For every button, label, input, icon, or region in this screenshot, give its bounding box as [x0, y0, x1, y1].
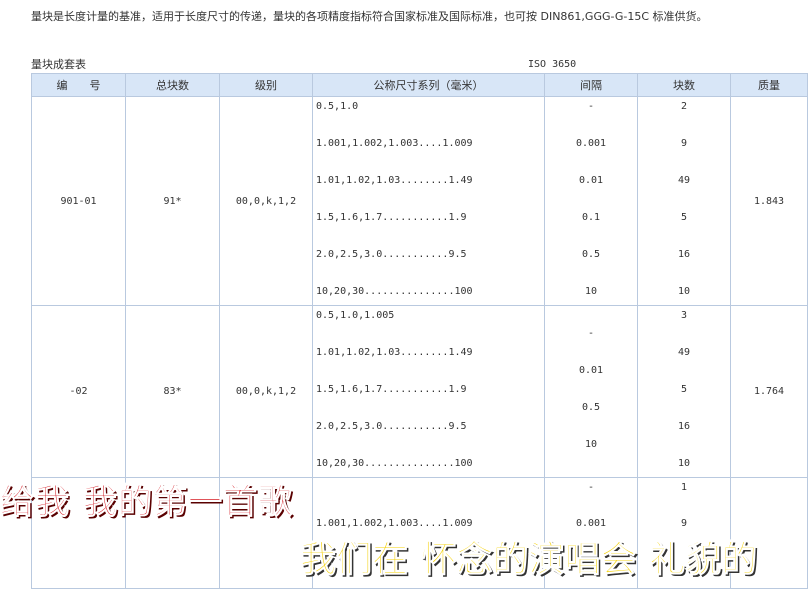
header-code: 编 号 — [31, 73, 126, 97]
cell-code: -02 — [31, 305, 126, 478]
cell-mass: 1.843 — [730, 96, 808, 306]
size-series-line: 1.5,1.6,1.7...........1.9 — [316, 384, 467, 395]
step-value: 10 — [584, 286, 598, 297]
step-value: 0.01 — [578, 365, 604, 376]
cell-sizes: 0.5,1.0 1.001,1.002,1.003....1.009 1.01,… — [312, 96, 545, 306]
count-value: 3 — [680, 310, 688, 321]
table-title: 量块成套表 — [31, 58, 86, 71]
size-series-line: 0.5,1.0,1.005 — [316, 310, 395, 321]
header-count: 块数 — [637, 73, 731, 97]
lyric-overlay-line-1: 给我 我的第一首歌 — [0, 482, 293, 523]
step-value: 0.5 — [581, 249, 601, 260]
step-value: - — [587, 328, 595, 339]
cell-count: 2 9 49 5 16 10 — [637, 96, 731, 306]
size-series-line: 1.01,1.02,1.03........1.49 — [316, 347, 473, 358]
step-value: 0.1 — [581, 212, 601, 223]
count-value: 1 — [680, 482, 688, 493]
size-series-line: 10,20,30...............100 — [316, 458, 473, 469]
cell-total: 83* — [125, 305, 220, 478]
table-row: -02 83* 00,0,k,1,2 0.5,1.0,1.005 1.01,1.… — [31, 305, 808, 478]
header-sizes: 公称尺寸系列（毫米） — [312, 73, 545, 97]
count-value: 16 — [677, 421, 691, 432]
standard-label: ISO 3650 — [528, 59, 577, 70]
size-series-line: 1.001,1.002,1.003....1.009 — [316, 138, 473, 149]
cell-sizes: 0.5,1.0,1.005 1.01,1.02,1.03........1.49… — [312, 305, 545, 478]
header-total: 总块数 — [125, 73, 220, 97]
table-header-row: 编 号 总块数 级别 公称尺寸系列（毫米） 间隔 块数 质量 — [31, 73, 808, 97]
step-value: 0.001 — [575, 138, 607, 149]
header-grade: 级别 — [219, 73, 313, 97]
size-series-line: 1.01,1.02,1.03........1.49 — [316, 175, 473, 186]
header-mass: 质量 — [730, 73, 808, 97]
size-series-line: 10,20,30...............100 — [316, 286, 473, 297]
step-value: - — [587, 101, 595, 112]
cell-count: 3 49 5 16 10 — [637, 305, 731, 478]
cell-mass: 1.764 — [730, 305, 808, 478]
cell-grade: 00,0,k,1,2 — [219, 305, 313, 478]
table-caption: 量块成套表 ISO 3650 — [31, 58, 811, 72]
intro-paragraph: 量块是长度计量的基准，适用于长度尺寸的传递，量块的各项精度指标符合国家标准及国际… — [31, 10, 708, 23]
step-value: 0.01 — [578, 175, 604, 186]
count-value: 16 — [677, 249, 691, 260]
size-series-line: 2.0,2.5,3.0...........9.5 — [316, 421, 467, 432]
count-value: 10 — [677, 286, 691, 297]
cell-step: - 0.001 0.01 0.1 0.5 10 — [544, 96, 638, 306]
cell-step: - 0.01 0.5 10 — [544, 305, 638, 478]
cell-total: 91* — [125, 96, 220, 306]
count-value: 5 — [680, 384, 688, 395]
count-value: 49 — [677, 175, 691, 186]
size-series-line: 0.5,1.0 — [316, 101, 359, 112]
step-value: 0.5 — [581, 402, 601, 413]
count-value: 2 — [680, 101, 688, 112]
header-step: 间隔 — [544, 73, 638, 97]
step-value: - — [587, 482, 595, 493]
cell-code: 901-01 — [31, 96, 126, 306]
size-series-line: 2.0,2.5,3.0...........9.5 — [316, 249, 467, 260]
step-value: 10 — [584, 439, 598, 450]
table-row: 901-01 91* 00,0,k,1,2 0.5,1.0 1.001,1.00… — [31, 96, 808, 306]
count-value: 9 — [680, 138, 688, 149]
cell-grade: 00,0,k,1,2 — [219, 96, 313, 306]
size-series-line: 1.5,1.6,1.7...........1.9 — [316, 212, 467, 223]
count-value: 49 — [677, 347, 691, 358]
count-value: 10 — [677, 458, 691, 469]
count-value: 5 — [680, 212, 688, 223]
lyric-overlay-line-2: 我们在 怀念的演唱会 礼貌的 — [299, 538, 758, 581]
